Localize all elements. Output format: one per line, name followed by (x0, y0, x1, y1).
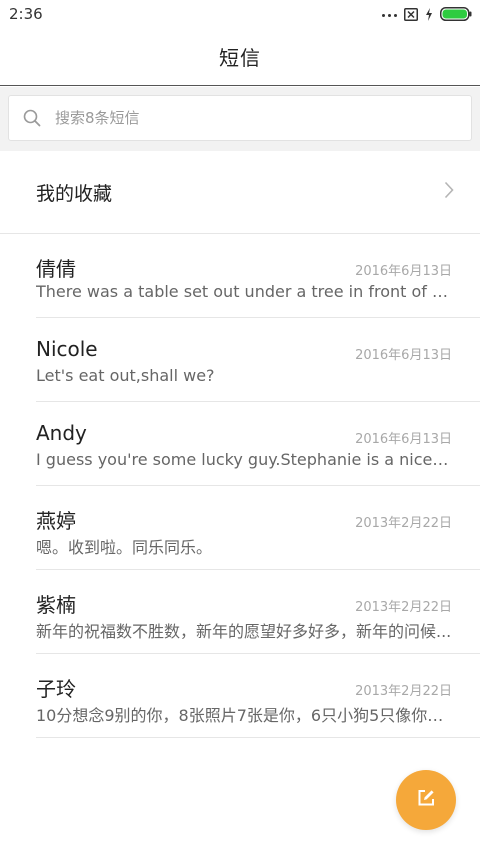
contact-name: 子玲 (36, 677, 76, 701)
contact-name: 燕婷 (36, 509, 76, 533)
message-preview: 嗯。收到啦。同乐同乐。 (36, 538, 213, 557)
search-box[interactable] (8, 95, 472, 141)
message-item[interactable]: 倩倩 2016年6月13日 There was a table set out … (0, 234, 480, 318)
contact-name: Andy (36, 421, 87, 445)
message-item[interactable]: Andy 2016年6月13日 I guess you're some luck… (0, 402, 480, 486)
contact-name: Nicole (36, 337, 98, 361)
search-icon (23, 109, 41, 127)
compose-icon (416, 788, 436, 812)
chevron-right-icon (444, 181, 454, 203)
page-title: 短信 (219, 46, 261, 70)
message-item[interactable]: 子玲 2013年2月22日 10分想念9别的你，8张照片7张是你，6只小狗5只像… (0, 654, 480, 738)
message-item[interactable]: 燕婷 2013年2月22日 嗯。收到啦。同乐同乐。 (0, 486, 480, 570)
message-date: 2016年6月13日 (355, 264, 452, 279)
message-preview: There was a table set out under a tree i… (36, 282, 452, 301)
message-preview: Let's eat out,shall we? (36, 366, 215, 385)
status-bar: 2:36 (0, 0, 480, 28)
message-preview: I guess you're some lucky guy.Stephanie … (36, 450, 452, 469)
app-header: 短信 (0, 28, 480, 86)
message-preview: 10分想念9别的你，8张照片7张是你，6只小狗5只像你，4... (36, 706, 452, 725)
search-input[interactable] (55, 109, 435, 127)
message-date: 2013年2月22日 (355, 684, 452, 699)
status-icons (382, 6, 472, 25)
message-date: 2016年6月13日 (355, 348, 452, 363)
battery-icon (440, 6, 472, 25)
message-preview: 新年的祝福数不胜数，新年的愿望好多好多，新年的问候... (36, 622, 452, 641)
message-date: 2013年2月22日 (355, 600, 452, 615)
favorites-label: 我的收藏 (36, 182, 113, 205)
charging-icon (425, 6, 433, 25)
compose-button[interactable] (396, 770, 456, 830)
favorites-row[interactable]: 我的收藏 (0, 151, 480, 234)
status-time: 2:36 (9, 5, 43, 23)
contact-name: 紫楠 (36, 593, 76, 617)
message-item[interactable]: 紫楠 2013年2月22日 新年的祝福数不胜数，新年的愿望好多好多，新年的问候.… (0, 570, 480, 654)
message-date: 2016年6月13日 (355, 432, 452, 447)
message-item[interactable]: Nicole 2016年6月13日 Let's eat out,shall we… (0, 318, 480, 402)
sim-missing-icon (404, 6, 418, 25)
contact-name: 倩倩 (36, 257, 76, 281)
message-list: 倩倩 2016年6月13日 There was a table set out … (0, 234, 480, 738)
search-area (0, 87, 480, 151)
message-date: 2013年2月22日 (355, 516, 452, 531)
more-dots-icon (382, 14, 397, 17)
